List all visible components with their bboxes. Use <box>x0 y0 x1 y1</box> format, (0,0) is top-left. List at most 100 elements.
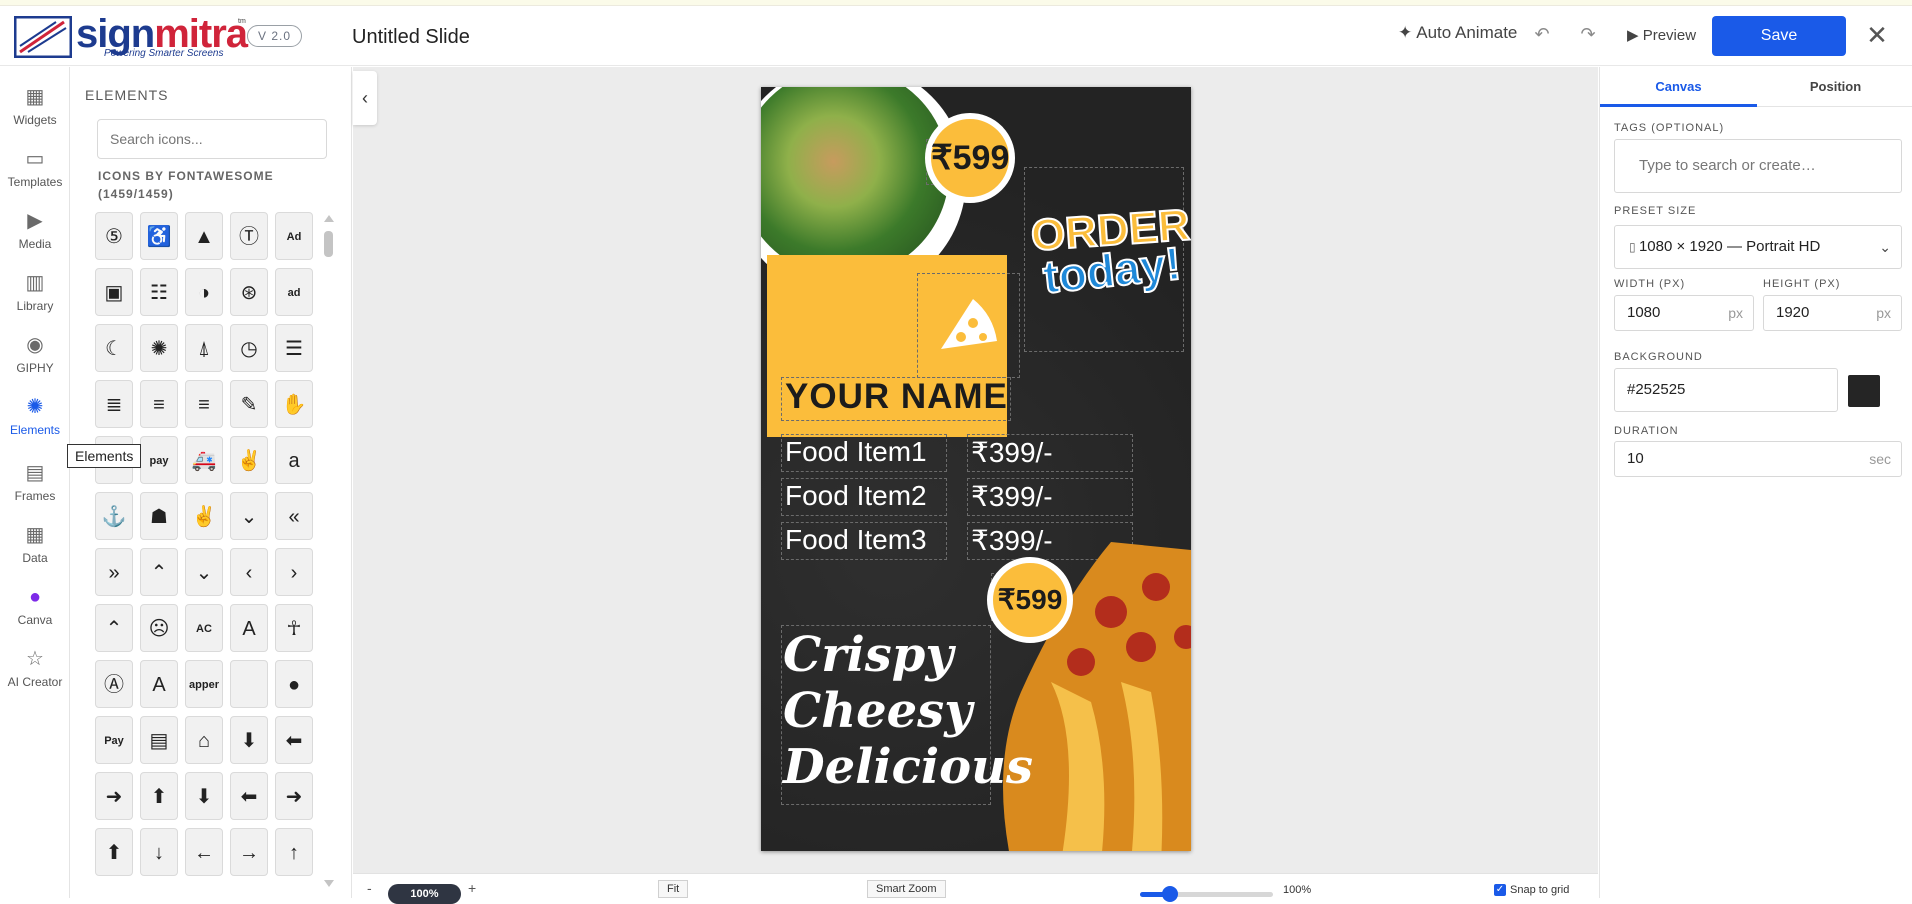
angry-icon[interactable]: ☹ <box>140 604 178 652</box>
align-right-icon[interactable]: ≡ <box>185 380 223 428</box>
width-input[interactable]: 1080 px <box>1614 295 1754 331</box>
signmitra-logo[interactable]: signmitra Powering Smarter Screens tm <box>14 12 248 60</box>
angle-double-right-icon[interactable]: » <box>95 548 133 596</box>
rail-item-canva[interactable]: ● Canva <box>0 585 70 641</box>
arrow-down-circle-icon[interactable]: ⬇ <box>185 772 223 820</box>
tagline-line-1[interactable]: Crispy <box>783 627 953 683</box>
arrow-left-icon[interactable]: ← <box>185 828 223 876</box>
angle-double-up-icon[interactable]: ⌃ <box>140 548 178 596</box>
arrow-right-icon[interactable]: → <box>230 828 268 876</box>
allergies-icon[interactable]: ✎ <box>230 380 268 428</box>
zoom-level[interactable]: 100% <box>388 884 461 904</box>
advertisement-icon[interactable]: ad <box>275 268 313 316</box>
preset-size-select[interactable]: ▯ 1080 × 1920 — Portrait HD ⌄ <box>1614 225 1902 269</box>
angellist-icon[interactable]: ✌ <box>185 492 223 540</box>
collapse-panel-icon[interactable]: ‹ <box>353 71 377 125</box>
rail-item-templates[interactable]: ▭ Templates <box>0 147 70 203</box>
align-center-icon[interactable]: ☰ <box>275 324 313 372</box>
zoom-slider-knob[interactable] <box>1162 886 1178 902</box>
amazon-a-icon[interactable]: a <box>275 436 313 484</box>
apple-alt-icon[interactable]: ● <box>275 660 313 708</box>
pizza-slice-icon[interactable] <box>935 293 1001 359</box>
tab-canvas[interactable]: Canvas <box>1600 67 1757 107</box>
rail-item-giphy[interactable]: ◉ GIPHY <box>0 333 70 389</box>
text-height-icon[interactable]: Ⓣ <box>230 212 268 260</box>
arrow-circle-right-icon[interactable]: ➜ <box>95 772 133 820</box>
align-justify-icon[interactable]: ≣ <box>95 380 133 428</box>
arrow-up-circle-icon[interactable]: ⬆ <box>95 828 133 876</box>
apple-pay-icon[interactable]: Pay <box>95 716 133 764</box>
rail-item-ai-creator[interactable]: ☆ AI Creator <box>0 647 70 703</box>
archway-icon[interactable]: ⌂ <box>185 716 223 764</box>
arrow-left-circle-icon[interactable]: ⬅ <box>230 772 268 820</box>
affiliatetheme-icon[interactable]: ☾ <box>95 324 133 372</box>
archive-icon[interactable]: ▤ <box>140 716 178 764</box>
hand-icon[interactable]: ✋ <box>275 380 313 428</box>
rail-item-media[interactable]: ▶ Media <box>0 209 70 265</box>
checkbox-checked-icon[interactable]: ✓ <box>1494 884 1506 896</box>
american-sign-icon[interactable]: ✌ <box>230 436 268 484</box>
accessible-icon[interactable]: ♿ <box>140 212 178 260</box>
price-badge-top[interactable]: ₹599 <box>925 113 1015 203</box>
rail-item-data[interactable]: ▦ Data <box>0 523 70 579</box>
food-item-1-price[interactable]: ₹399/- <box>971 436 1053 469</box>
fit-button[interactable]: Fit <box>658 880 689 898</box>
address-book-icon[interactable]: ▣ <box>95 268 133 316</box>
smart-zoom-button[interactable]: Smart Zoom <box>867 880 946 898</box>
scroll-up-icon[interactable] <box>324 215 334 222</box>
food-item-1-name[interactable]: Food Item1 <box>785 436 927 468</box>
air-freshener-icon[interactable]: ✺ <box>140 324 178 372</box>
align-left-icon[interactable]: ≡ <box>140 380 178 428</box>
angle-double-left-icon[interactable]: « <box>275 492 313 540</box>
your-name-text[interactable]: YOUR NAME <box>785 377 1008 417</box>
scroll-down-icon[interactable] <box>324 880 334 887</box>
angle-right-icon[interactable]: › <box>275 548 313 596</box>
airbnb-icon[interactable]: ⍋ <box>185 324 223 372</box>
tags-input[interactable]: Type to search or create… <box>1614 139 1902 193</box>
tagline-line-2[interactable]: Cheesy <box>783 683 972 739</box>
app-store-icon[interactable]: Ⓐ <box>95 660 133 708</box>
save-button[interactable]: Save <box>1712 16 1846 56</box>
redo-icon[interactable]: ↷ <box>1575 21 1601 47</box>
background-color-swatch[interactable] <box>1848 375 1880 407</box>
rail-item-widgets[interactable]: ▦ Widgets <box>0 85 70 141</box>
rail-item-library[interactable]: ▥ Library <box>0 271 70 327</box>
food-item-3-name[interactable]: Food Item3 <box>785 524 927 556</box>
icon-grid-scrollbar[interactable] <box>321 215 335 887</box>
slide-title[interactable]: Untitled Slide <box>352 26 470 49</box>
anchor-icon[interactable]: ⚓ <box>95 492 133 540</box>
zoom-slider[interactable] <box>1140 886 1273 902</box>
slide-canvas[interactable]: ₹599 ORDER today! YOUR NAME Food Item1 ₹… <box>761 87 1191 851</box>
background-color-input[interactable]: #252525 <box>1614 368 1838 412</box>
snap-to-grid-toggle[interactable]: ✓ Snap to grid <box>1494 884 1569 896</box>
zoom-out-button[interactable]: - <box>367 880 372 896</box>
accusoft-icon[interactable]: ▲ <box>185 212 223 260</box>
ankh-icon[interactable]: ☥ <box>275 604 313 652</box>
arrow-circle-up-icon[interactable]: ⬆ <box>140 772 178 820</box>
apper-icon[interactable]: apper <box>185 660 223 708</box>
angle-left-icon[interactable]: ‹ <box>230 548 268 596</box>
height-input[interactable]: 1920 px <box>1763 295 1902 331</box>
arrow-circle-down-icon[interactable]: ⬇ <box>230 716 268 764</box>
amazon-pay-icon[interactable]: pay <box>140 436 178 484</box>
angular-icon[interactable]: A <box>230 604 268 652</box>
scroll-thumb[interactable] <box>324 231 333 257</box>
food-item-2-name[interactable]: Food Item2 <box>785 480 927 512</box>
price-badge-bottom[interactable]: ₹599 <box>987 557 1073 643</box>
address-card-icon[interactable]: ☷ <box>140 268 178 316</box>
rail-item-frames[interactable]: ▤ Frames <box>0 461 70 517</box>
preview-button[interactable]: ▶ Preview <box>1627 26 1696 44</box>
arrow-circle-left-icon[interactable]: ⬅ <box>275 716 313 764</box>
tab-position[interactable]: Position <box>1757 67 1912 107</box>
food-item-2-price[interactable]: ₹399/- <box>971 480 1053 513</box>
arrow-down-icon[interactable]: ↓ <box>140 828 178 876</box>
angle-double-down-icon[interactable]: ⌄ <box>230 492 268 540</box>
app-store-ios-icon[interactable]: A <box>140 660 178 708</box>
rail-item-elements[interactable]: ✺ Elements <box>0 395 70 451</box>
arrow-up-icon[interactable]: ↑ <box>275 828 313 876</box>
close-icon[interactable]: ✕ <box>1862 20 1892 50</box>
tagline-line-3[interactable]: Delicious <box>783 739 1033 795</box>
icon-search-input[interactable] <box>97 119 327 159</box>
auto-animate-button[interactable]: ✦ Auto Animate <box>1398 23 1517 43</box>
ambulance-icon[interactable]: 🚑 <box>185 436 223 484</box>
